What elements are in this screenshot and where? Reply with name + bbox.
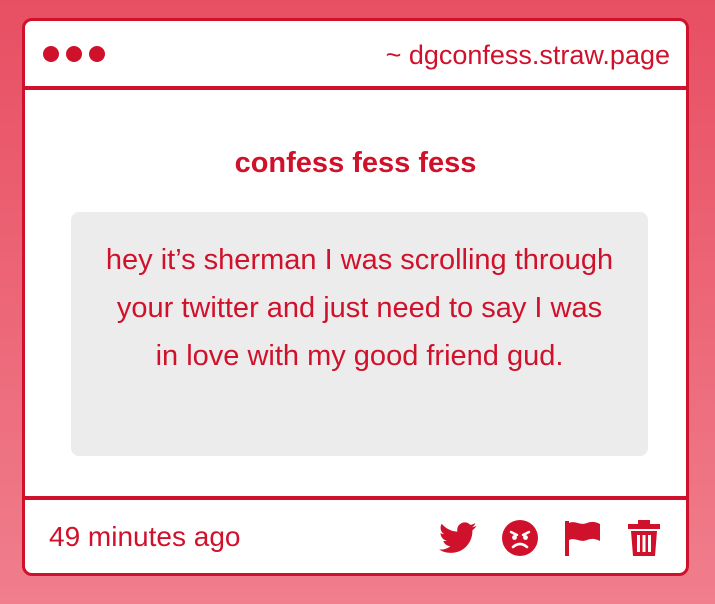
react-angry-button[interactable] [500, 518, 540, 558]
confession-card: ~ dgconfess.straw.page confess fess fess… [22, 18, 689, 576]
report-button[interactable] [562, 518, 602, 558]
window-dot-1 [43, 46, 59, 62]
share-twitter-button[interactable] [438, 518, 478, 558]
delete-button[interactable] [624, 518, 664, 558]
site-url[interactable]: ~ dgconfess.straw.page [386, 40, 670, 70]
message-text: hey it’s sherman I was scrolling through… [105, 244, 614, 372]
message-box: hey it’s sherman I was scrolling through… [71, 212, 648, 456]
window-dot-2 [66, 46, 82, 62]
angry-face-icon [502, 520, 538, 556]
post-title: confess fess fess [234, 147, 477, 179]
window-titlebar: ~ dgconfess.straw.page [25, 21, 686, 90]
trash-icon [628, 520, 660, 556]
post-timestamp: 49 minutes ago [49, 521, 241, 552]
post-footer: 49 minutes ago [25, 496, 686, 573]
post-content: confess fess fess hey it’s sherman I was… [25, 90, 686, 499]
twitter-icon [439, 522, 477, 553]
flag-icon [565, 521, 600, 556]
window-dots [43, 46, 105, 62]
post-actions [438, 518, 664, 558]
window-dot-3 [89, 46, 105, 62]
